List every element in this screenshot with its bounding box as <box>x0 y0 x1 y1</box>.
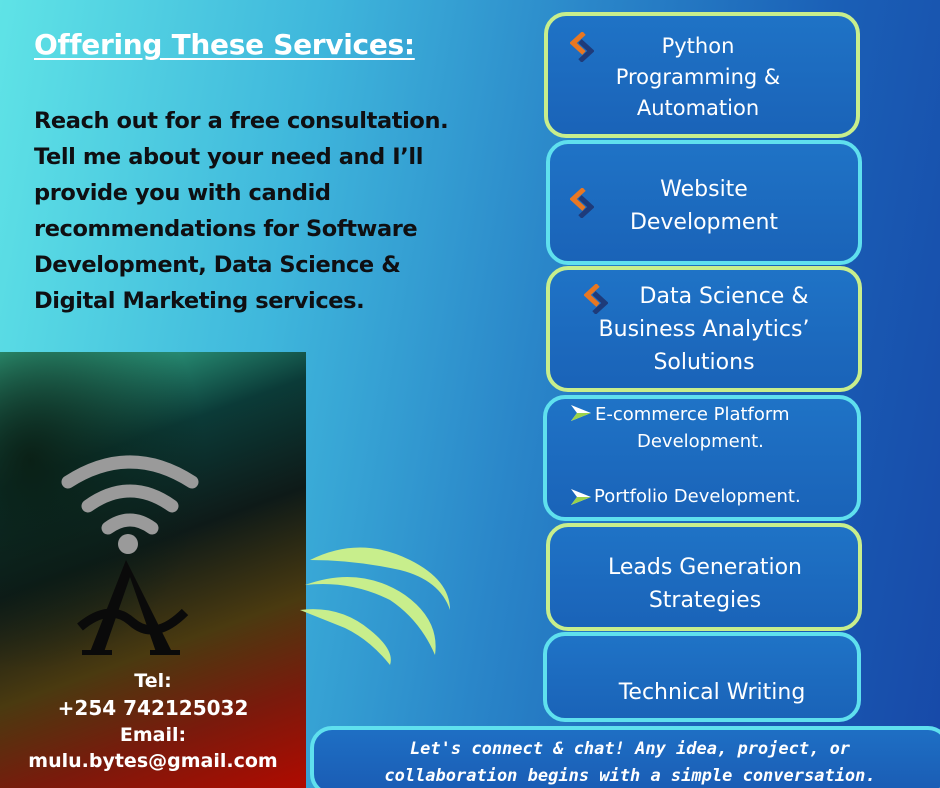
wave-decoration <box>300 547 450 665</box>
service-line: Business Analytics’ <box>598 317 810 342</box>
service-line: Technical Writing <box>618 680 806 705</box>
service-line: Solutions <box>653 350 755 375</box>
page-title: Offering These Services: <box>34 28 415 61</box>
service-card-leads: Leads Generation Strategies <box>546 523 862 631</box>
service-line: Development. <box>637 431 764 452</box>
service-card-python: Python Programming & Automation <box>544 12 860 138</box>
service-card-website: Website Development <box>546 140 862 265</box>
service-card-data-science: Data Science & Business Analytics’ Solut… <box>546 266 862 392</box>
footer-line-1: Let's connect & chat! Any idea, project,… <box>409 739 851 759</box>
service-line: Development <box>629 210 779 235</box>
service-card-ecommerce: E-commerce Platform Development. Portfol… <box>543 395 861 521</box>
footer-line-2: collaboration begins with a simple conve… <box>384 766 876 786</box>
footer-banner: Let's connect & chat! Any idea, project,… <box>310 726 940 788</box>
service-line: Data Science & <box>639 284 809 309</box>
service-line: Programming & <box>615 65 781 89</box>
wifi-letter-a-logo-icon <box>61 455 199 655</box>
service-line: E-commerce Platform <box>595 404 790 425</box>
arrow-bullet-icon <box>571 405 591 421</box>
logo-panel: Tel: +254 742125032 Email: mulu.bytes@gm… <box>0 352 306 788</box>
intro-text: Reach out for a free consultation. Tell … <box>34 108 449 314</box>
service-line: Leads Generation <box>607 555 803 580</box>
service-line: Website <box>660 177 748 202</box>
arrow-bullet-icon <box>571 489 591 505</box>
email-label: Email: <box>119 724 187 746</box>
tel-label: Tel: <box>134 670 172 692</box>
tel-number: +254 742125032 <box>57 696 249 720</box>
service-line: Automation <box>636 96 760 120</box>
service-line: Portfolio Development. <box>594 486 801 507</box>
service-line: Python <box>661 34 735 58</box>
service-card-technical-writing: Technical Writing <box>543 632 861 722</box>
email-address: mulu.bytes@gmail.com <box>28 750 278 772</box>
service-line: Strategies <box>648 588 762 613</box>
